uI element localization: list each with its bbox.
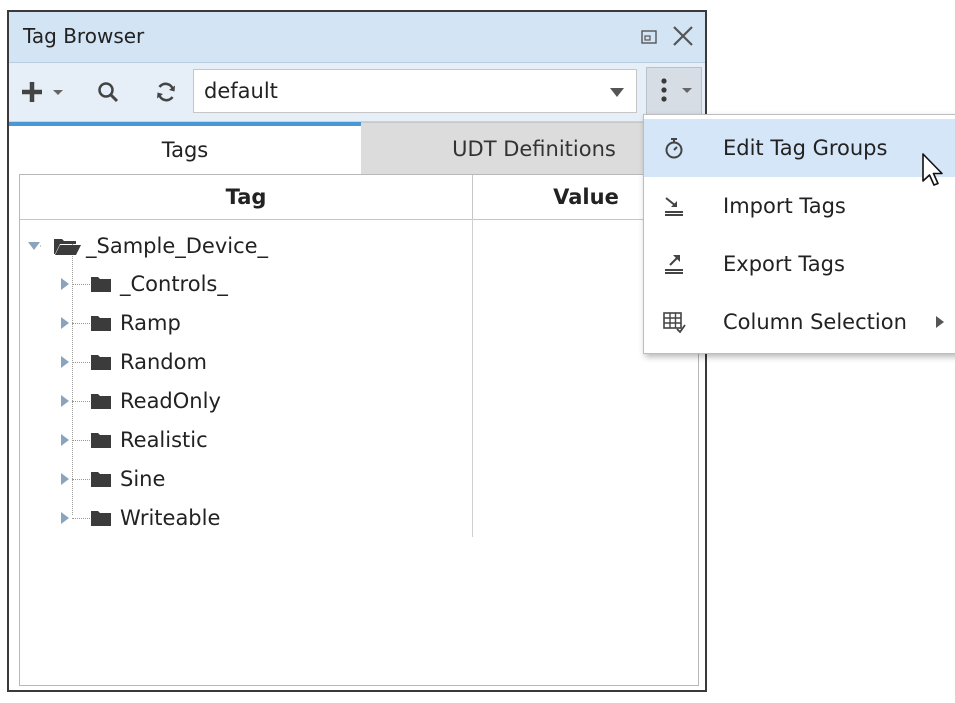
tag-provider-select[interactable]: default xyxy=(193,69,637,113)
tab-tags[interactable]: Tags xyxy=(9,122,361,174)
search-icon xyxy=(98,82,119,103)
tag-provider-value: default xyxy=(204,79,278,103)
folder-icon xyxy=(91,394,111,409)
folder-open-icon xyxy=(54,239,81,255)
refresh-button[interactable] xyxy=(151,75,181,109)
folder-icon xyxy=(91,472,111,487)
collapsed-arrow-icon xyxy=(61,317,69,329)
collapsed-arrow-icon xyxy=(61,512,69,524)
panel-titlebar: Tag Browser xyxy=(9,12,705,63)
search-tags-button[interactable] xyxy=(93,75,123,109)
tree-node-writeable[interactable]: Writeable xyxy=(60,499,220,537)
folder-icon xyxy=(91,433,111,448)
plus-icon xyxy=(22,82,63,102)
tree-header: Tag Value xyxy=(20,175,698,220)
menu-item-label: Edit Tag Groups xyxy=(723,136,888,160)
more-options-button[interactable] xyxy=(646,67,702,115)
menu-item-column-selection[interactable]: Column Selection xyxy=(644,293,955,351)
collapsed-arrow-icon xyxy=(61,473,69,485)
stopwatch-icon xyxy=(665,138,683,159)
collapsed-arrow-icon xyxy=(61,395,69,407)
tree-node-label: Sine xyxy=(120,467,166,491)
submenu-arrow-icon xyxy=(936,316,944,328)
tree-node-label: _Controls_ xyxy=(120,272,228,296)
folder-icon xyxy=(91,355,111,370)
tree-node-label: Realistic xyxy=(120,428,208,452)
menu-item-label: Export Tags xyxy=(723,252,845,276)
refresh-icon xyxy=(157,82,175,102)
tag-tree-table: Tag Value _Sample_Device_ _Controls_ Ram… xyxy=(19,174,699,686)
folder-icon xyxy=(91,316,111,331)
folder-icon xyxy=(91,277,111,292)
collapsed-arrow-icon xyxy=(61,434,69,446)
import-icon xyxy=(665,197,683,216)
tree-node-readonly[interactable]: ReadOnly xyxy=(60,382,221,420)
menu-item-export-tags[interactable]: Export Tags xyxy=(644,235,955,293)
panel-title: Tag Browser xyxy=(23,24,145,48)
restore-window-icon[interactable] xyxy=(641,29,657,48)
tree-node-realistic[interactable]: Realistic xyxy=(60,421,208,459)
tree-node-sine[interactable]: Sine xyxy=(60,460,165,498)
menu-item-label: Column Selection xyxy=(723,310,907,334)
tree-node-root[interactable]: _Sample_Device_ xyxy=(26,227,268,265)
folder-icon xyxy=(91,511,111,526)
tree-node-ramp[interactable]: Ramp xyxy=(60,304,181,342)
mouse-cursor-icon xyxy=(922,153,943,186)
expanded-arrow-icon xyxy=(28,242,42,250)
add-tag-button[interactable] xyxy=(19,75,75,109)
tree-node-controls[interactable]: _Controls_ xyxy=(60,265,228,303)
close-icon[interactable] xyxy=(671,24,695,52)
tag-browser-toolbar: default xyxy=(9,63,705,122)
column-divider xyxy=(472,219,473,537)
tree-node-label: Ramp xyxy=(120,311,181,335)
export-icon xyxy=(665,255,683,274)
chevron-down-icon xyxy=(610,88,624,97)
more-options-menu: Edit Tag Groups Import Tags Export Tags … xyxy=(643,114,955,354)
kebab-menu-icon xyxy=(661,78,692,102)
collapsed-arrow-icon xyxy=(61,278,69,290)
menu-item-edit-tag-groups[interactable]: Edit Tag Groups xyxy=(644,119,955,177)
tree-node-label: _Sample_Device_ xyxy=(86,234,269,258)
tag-browser-tabs: Tags UDT Definitions xyxy=(9,122,707,174)
tag-browser-panel: Tag Browser default Tags UDT Definitions… xyxy=(7,10,707,692)
tree-node-random[interactable]: Random xyxy=(60,343,207,381)
menu-item-import-tags[interactable]: Import Tags xyxy=(644,177,955,235)
collapsed-arrow-icon xyxy=(61,356,69,368)
table-columns-icon xyxy=(663,312,686,334)
column-header-tag[interactable]: Tag xyxy=(20,175,473,219)
tree-node-label: Random xyxy=(120,350,207,374)
menu-item-label: Import Tags xyxy=(723,194,846,218)
tree-node-label: Writeable xyxy=(120,506,221,530)
tree-node-label: ReadOnly xyxy=(120,389,221,413)
